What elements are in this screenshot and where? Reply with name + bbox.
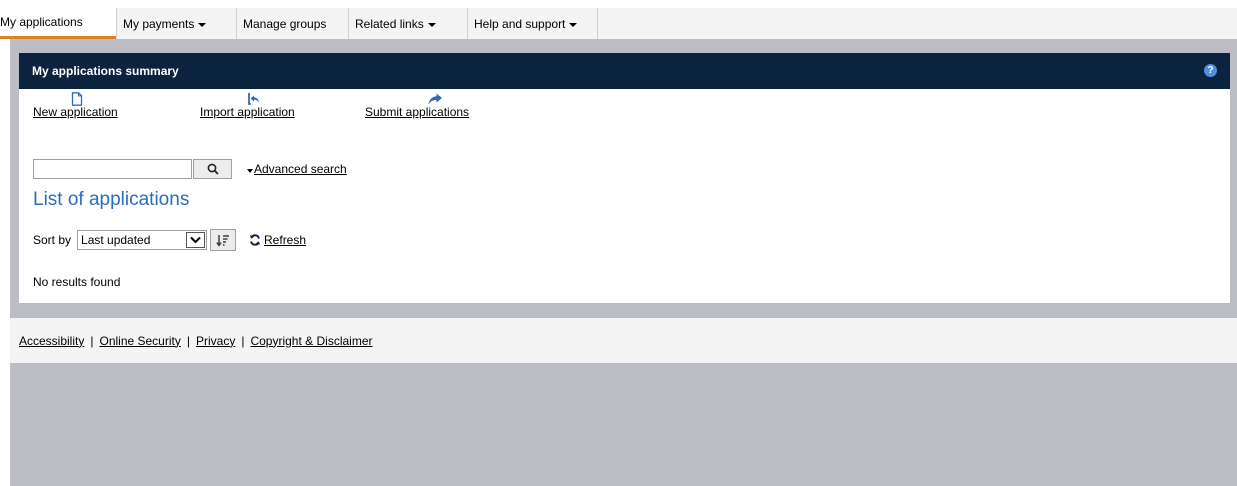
submit-applications-action[interactable]: Submit applications bbox=[365, 93, 469, 119]
footer-separator: | bbox=[241, 333, 245, 348]
advanced-search-label: Advanced search bbox=[254, 162, 347, 176]
import-application-action[interactable]: Import application bbox=[200, 93, 365, 119]
caret-down-icon bbox=[247, 169, 253, 173]
sort-label: Sort by bbox=[33, 233, 72, 247]
import-application-link[interactable]: Import application bbox=[200, 105, 295, 119]
footer-separator: | bbox=[186, 333, 190, 348]
tab-label: My payments bbox=[123, 16, 195, 31]
sort-order-button[interactable] bbox=[210, 229, 237, 251]
caret-down-icon bbox=[198, 22, 207, 27]
panel-title: My applications summary bbox=[32, 64, 179, 78]
tab-manage-groups[interactable]: Manage groups bbox=[236, 8, 348, 39]
new-application-link[interactable]: New application bbox=[33, 105, 118, 119]
footer-separator: | bbox=[90, 333, 94, 348]
search-row: Advanced search bbox=[33, 159, 347, 179]
footer-link-copyright[interactable]: Copyright & Disclaimer bbox=[250, 334, 372, 348]
tab-related-links[interactable]: Related links bbox=[348, 8, 467, 39]
tab-label: Manage groups bbox=[243, 16, 327, 31]
search-input[interactable] bbox=[33, 159, 192, 179]
tabbar-filler bbox=[597, 8, 1237, 39]
tab-label: Help and support bbox=[474, 16, 566, 31]
tab-my-payments[interactable]: My payments bbox=[116, 8, 236, 39]
panel-header: My applications summary ? bbox=[19, 53, 1230, 89]
footer: Accessibility | Online Security | Privac… bbox=[10, 318, 1237, 363]
share-arrow-icon bbox=[428, 93, 442, 105]
help-icon[interactable]: ? bbox=[1204, 64, 1217, 77]
submit-applications-link[interactable]: Submit applications bbox=[365, 105, 469, 119]
empty-message: No results found bbox=[33, 275, 121, 289]
search-button[interactable] bbox=[193, 159, 232, 179]
sort-descending-icon bbox=[216, 234, 230, 247]
tab-label: My applications bbox=[0, 15, 83, 29]
sort-select[interactable]: Last updated bbox=[77, 230, 208, 250]
advanced-search-link[interactable]: Advanced search bbox=[247, 162, 347, 176]
new-application-action[interactable]: New application bbox=[33, 92, 200, 119]
search-icon bbox=[207, 163, 219, 175]
import-arrow-icon bbox=[248, 93, 259, 105]
list-title: List of applications bbox=[33, 189, 190, 210]
tab-label: Related links bbox=[355, 16, 424, 31]
footer-link-online-security[interactable]: Online Security bbox=[99, 334, 180, 348]
document-icon bbox=[71, 92, 83, 106]
sort-row: Sort by Last updated Refresh bbox=[33, 229, 306, 251]
footer-link-accessibility[interactable]: Accessibility bbox=[19, 334, 84, 348]
footer-link-privacy[interactable]: Privacy bbox=[196, 334, 235, 348]
refresh-link[interactable]: Refresh bbox=[249, 233, 306, 247]
top-navigation: My applications My payments Manage group… bbox=[0, 8, 1237, 39]
caret-down-icon bbox=[569, 22, 578, 27]
applications-summary-panel: My applications summary ? New applicatio… bbox=[19, 53, 1230, 303]
refresh-label: Refresh bbox=[264, 233, 307, 247]
refresh-icon bbox=[249, 234, 261, 246]
sort-select-value: Last updated bbox=[81, 233, 151, 247]
action-bar: New application Import application Submi… bbox=[33, 92, 469, 119]
caret-down-icon bbox=[427, 22, 436, 27]
tab-my-applications[interactable]: My applications bbox=[0, 8, 116, 39]
chevron-down-icon bbox=[186, 232, 206, 248]
tab-help-and-support[interactable]: Help and support bbox=[467, 8, 597, 39]
